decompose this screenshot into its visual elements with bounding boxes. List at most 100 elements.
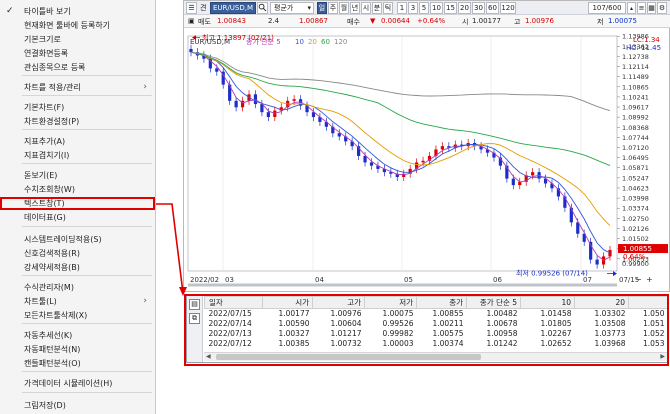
menu-item[interactable]: 자동패턴분석(N) [0, 343, 155, 356]
menu-item[interactable]: 차트툴(L) › [0, 295, 155, 308]
search-icon[interactable] [257, 2, 268, 14]
period-button[interactable]: 시 [361, 2, 371, 14]
menu-item-label: 가격데이터 시뮬레이션(H) [24, 379, 113, 388]
zoom-out-icon[interactable]: − [635, 275, 642, 284]
interval-button[interactable]: 3 [408, 2, 418, 14]
interval-button[interactable]: 5 [419, 2, 429, 14]
period-button[interactable]: 월 [339, 2, 349, 14]
menu-item-label: 텍스트창(T) [24, 199, 65, 208]
high-annotation: 최고 1.13897 (02/21) [202, 33, 274, 42]
menu-item-label: 자동추세선(K) [24, 331, 73, 340]
x-tick-label: 05 [404, 276, 413, 284]
interval-button[interactable]: 20 [458, 2, 471, 14]
y-tick-label: 1.09617 [622, 104, 649, 112]
menu-item[interactable]: 차트환경설정(P) [0, 115, 155, 128]
price-chart-svg[interactable]: 1.139861.133621.127381.121141.114891.108… [184, 28, 670, 293]
interval-button[interactable]: 10 [430, 2, 443, 14]
menu-item-label: 신호검색적용(R) [24, 249, 80, 258]
spin-up-icon[interactable]: ▴ [627, 2, 636, 14]
period-button[interactable]: 주 [328, 2, 338, 14]
lc-label: LC:1.34 [633, 36, 660, 44]
low-arrowhead [613, 271, 617, 277]
interval-button[interactable]: 60 [486, 2, 499, 14]
period-button[interactable]: 틱 [383, 2, 393, 14]
menu-separator [22, 275, 152, 276]
spread-value: 2.4 [268, 17, 280, 25]
menu-separator [22, 95, 152, 96]
menu-item[interactable]: ✓ 타이틀바 보기 [0, 5, 155, 18]
y-tick-label: 1.08368 [622, 124, 649, 132]
candle-body [337, 133, 341, 137]
menu-item[interactable]: 관심종목으로 등록 [0, 61, 155, 74]
x-tick-label: 2022/02 [190, 276, 219, 284]
menu-item[interactable]: 기본크기로 [0, 33, 155, 46]
chart-window: ☰ 견 EUR/USD,M 평균가 ▾ 107/600 ▴ ≡ ▦ ⚙ 일주월년… [183, 0, 670, 292]
menu-item[interactable]: 기본차트(F) [0, 101, 155, 114]
candle-body [234, 100, 238, 108]
submenu-arrow-icon: › [143, 82, 147, 92]
hc-label: HC:-11.45 [626, 44, 661, 52]
y-tick-label: 1.07120 [622, 144, 649, 152]
menu-item[interactable]: 수식관리자(M) [0, 281, 155, 294]
menu-item[interactable]: 현재화면 툴바에 등록하기 [0, 19, 155, 32]
menu-item-label: 강세약세적용(B) [24, 263, 80, 272]
period-button[interactable]: 년 [350, 2, 360, 14]
interval-button[interactable]: 120 [500, 2, 516, 14]
legend-ma-period: 60 [321, 38, 330, 46]
candle-body [595, 259, 599, 265]
symbol-input[interactable]: EUR/USD,M [210, 2, 256, 14]
price-info-bar: ▣ 매도 1.00843 2.4 1.00867 매수 ▼ 0.00644 +0… [184, 15, 670, 28]
menu-item-label: 데이터표(G) [24, 213, 66, 222]
menu-item[interactable]: 모든차트툴삭제(X) [0, 309, 155, 322]
menu-item[interactable]: 자동추세선(K) [0, 329, 155, 342]
count-display: 107/600 [588, 2, 626, 14]
change-value: 0.00644 [381, 17, 410, 25]
context-menu: ✓ 타이틀바 보기 현재화면 툴바에 등록하기 기본크기로 연결화면등록 관심종목으로 등… [0, 0, 156, 414]
y-tick-label: 1.04623 [622, 184, 649, 192]
menu-item-label: 차트환경설정(P) [24, 117, 80, 126]
menu-item[interactable]: 연결화면등록 [0, 47, 155, 60]
period-button[interactable]: 분 [372, 2, 382, 14]
menu-item[interactable]: 시스템트레이딩적용(S) [0, 233, 155, 246]
interval-button[interactable]: 30 [472, 2, 485, 14]
buy-label: 매수 [347, 18, 360, 26]
menu-item[interactable]: 지표추가(A) [0, 135, 155, 148]
y-tick-label: 1.03374 [622, 205, 649, 213]
interval-button[interactable]: 1 [397, 2, 407, 14]
menu-item[interactable]: 강세약세적용(B) [0, 261, 155, 274]
zoom-in-icon[interactable]: + [646, 275, 653, 284]
period-button[interactable]: 일 [317, 2, 327, 14]
menu-item[interactable]: 수치조회창(W) [0, 183, 155, 196]
menu-item[interactable]: 캔들패턴분석(O) [0, 357, 155, 370]
menu-item-label: 타이틀바 보기 [24, 7, 71, 16]
layout-icon[interactable]: ▦ [647, 2, 656, 14]
menu-item-label: 모든차트툴삭제(X) [24, 311, 88, 320]
menu-item[interactable]: 텍스트창(T) [0, 197, 155, 210]
menu-item[interactable]: 차트를 적용/관리 › [0, 81, 155, 94]
menu-item[interactable]: 데이터표(G) [0, 211, 155, 224]
open-label: 시 [462, 18, 469, 26]
high-value: 1.00976 [525, 17, 554, 25]
menu-icon[interactable]: ☰ [186, 2, 197, 14]
settings-icon[interactable]: ⚙ [657, 2, 667, 14]
y-tick-label: 1.12114 [622, 63, 649, 71]
menu-item-label: 시스템트레이딩적용(S) [24, 235, 102, 244]
last-tick-label: 0.99900 [622, 260, 649, 268]
price-type-select[interactable]: 평균가 ▾ [270, 2, 314, 14]
x-tick-label: 03 [225, 276, 234, 284]
list-icon[interactable]: ≡ [637, 2, 646, 14]
chevron-down-icon: ▾ [307, 4, 311, 12]
y-tick-label: 1.10865 [622, 83, 649, 91]
low-annotation: 최저 0.99526 (07/14) [516, 269, 588, 278]
menu-item[interactable]: 지표겹치기(I) [0, 149, 155, 162]
menu-item[interactable]: 돋보기(E) [0, 169, 155, 182]
candle-body [608, 249, 612, 257]
interval-button[interactable]: 15 [444, 2, 457, 14]
menu-item[interactable]: 가격데이터 시뮬레이션(H) [0, 377, 155, 390]
menu-separator [22, 226, 152, 227]
menu-item[interactable]: 신호검색적용(R) [0, 247, 155, 260]
menu-separator [22, 75, 152, 76]
price-chart[interactable]: 1.13986 1.13362 1.12738 1.12114 1.11489 1.108… [184, 28, 670, 293]
menu-item[interactable]: 그림저장(D) [0, 399, 155, 412]
legend-ma-period: 20 [308, 38, 317, 46]
